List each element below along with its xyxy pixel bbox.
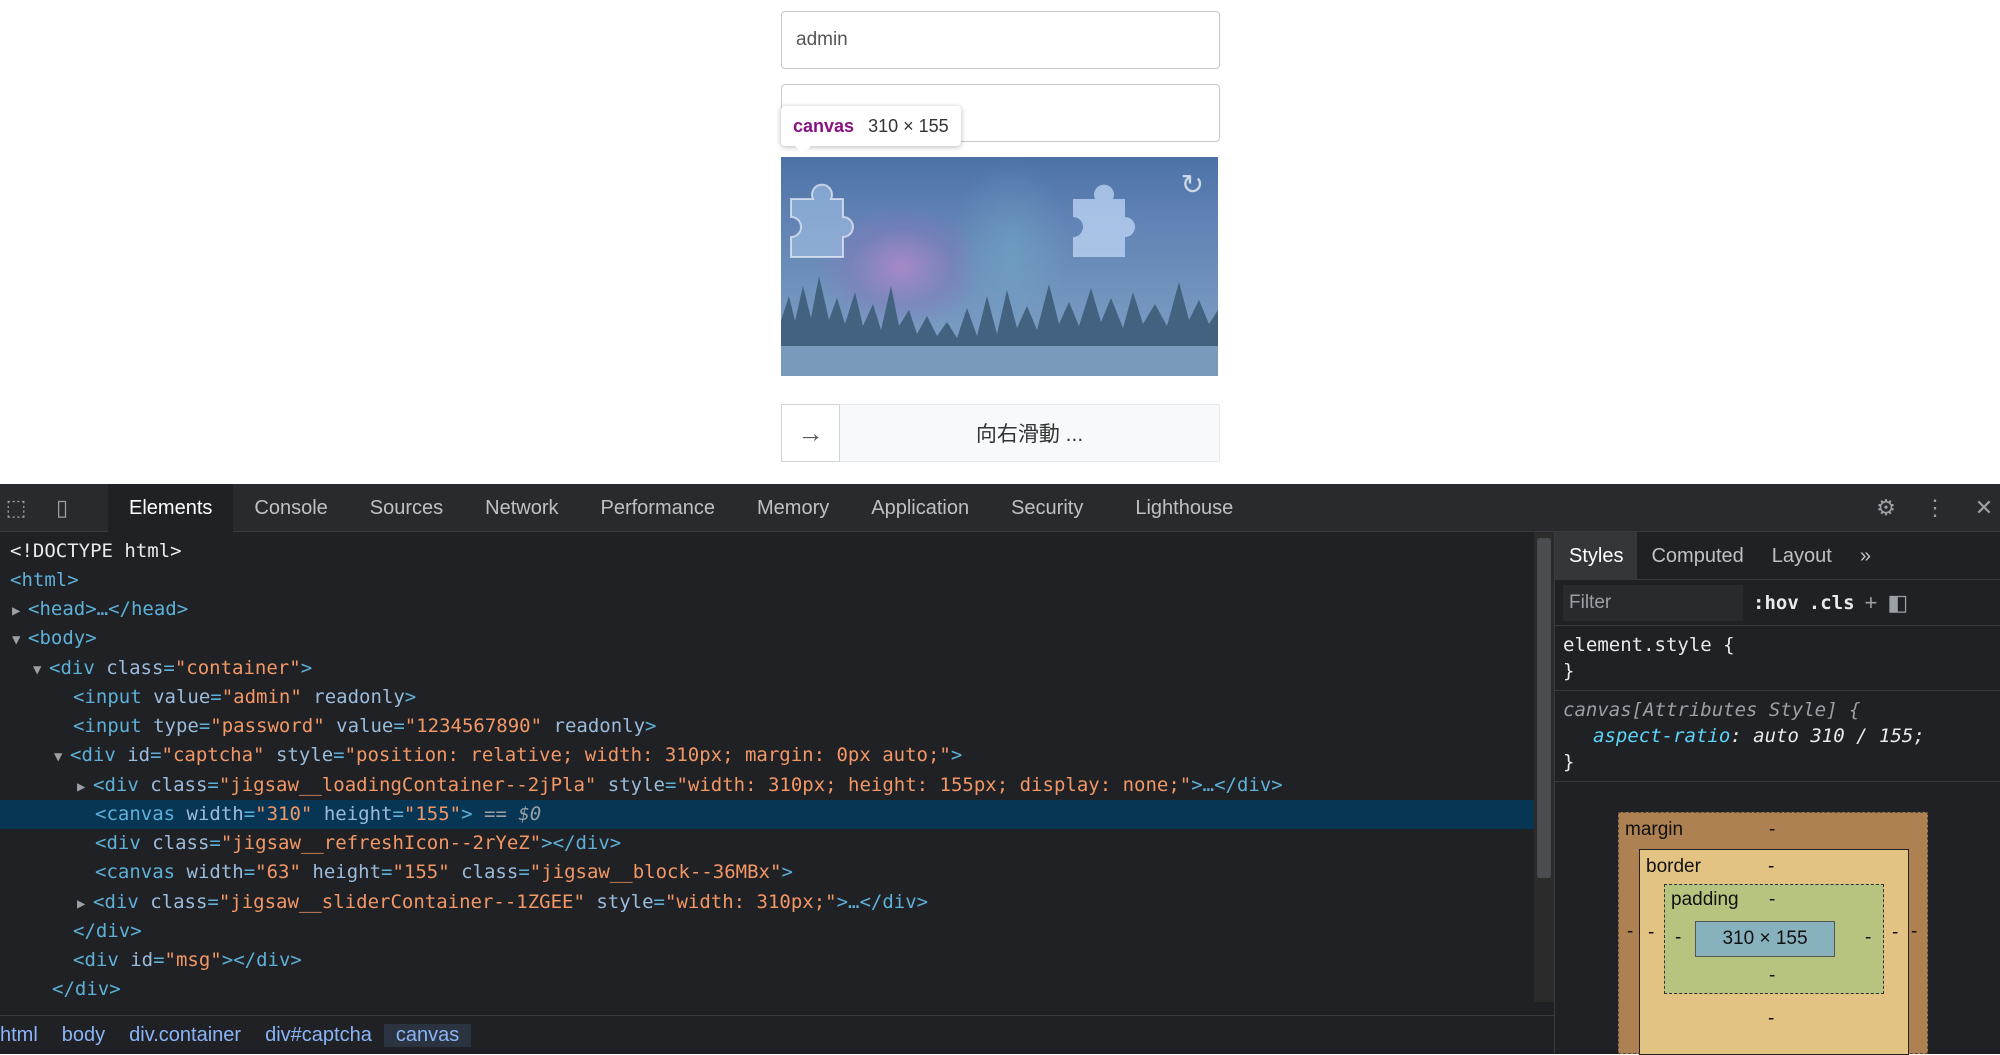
box-model-diagram: margin - - - border - - - - padding - - …	[1618, 812, 1928, 1055]
dom-line[interactable]: ▶ <head>…</head>	[0, 595, 1534, 624]
add-rule-icon[interactable]: +	[1865, 590, 1878, 616]
tab-memory[interactable]: Memory	[736, 484, 850, 532]
breadcrumb-div-container[interactable]: div.container	[117, 1024, 253, 1047]
devtools-tabs: Elements Console Sources Network Perform…	[108, 484, 1254, 532]
inspect-element-icon[interactable]: ⬚	[2, 494, 30, 522]
class-toggle[interactable]: .cls	[1809, 592, 1855, 614]
dom-line[interactable]: ▼ <div class="container">	[0, 654, 1534, 683]
breadcrumb-canvas[interactable]: canvas	[383, 1023, 472, 1047]
padding-bottom-value: -	[1769, 965, 1776, 986]
styles-pane: Styles Computed Layout » Filter :hov .cl…	[1554, 532, 2000, 1055]
border-bottom-value: -	[1768, 1008, 1775, 1029]
dom-line[interactable]: <div id="msg"></div>	[0, 946, 1534, 975]
tab-application[interactable]: Application	[850, 484, 990, 532]
padding-top-value: -	[1769, 889, 1776, 910]
breadcrumb-body[interactable]: body	[50, 1024, 117, 1047]
margin-right-value: -	[1911, 921, 1918, 942]
elements-tree: <!DOCTYPE html> <html> ▶ <head>…</head> ▼…	[0, 532, 1534, 1002]
margin-label: margin	[1625, 819, 1684, 840]
tooltip-tag: canvas	[793, 115, 855, 136]
tab-network[interactable]: Network	[464, 484, 579, 532]
styles-tabs: Styles Computed Layout »	[1555, 532, 2000, 580]
devtools-toolbar: ⬚ ▯ Elements Console Sources Network Per…	[0, 484, 2000, 532]
dom-line[interactable]: <canvas width="63" height="155" class="j…	[0, 858, 1534, 887]
slider-label: 向右滑動 ...	[975, 423, 1084, 446]
border-label: border	[1646, 856, 1701, 877]
collapse-triangle-icon[interactable]: ▼	[33, 656, 49, 685]
dom-line[interactable]: <input value="admin" readonly>	[0, 683, 1534, 712]
breadcrumb-html[interactable]: html	[0, 1024, 50, 1047]
box-model-padding: padding - - - - 310 × 155	[1664, 884, 1884, 994]
collapse-triangle-icon[interactable]: ▼	[12, 626, 28, 655]
username-value: admin	[796, 29, 848, 50]
gear-icon[interactable]: ⚙	[1872, 494, 1900, 522]
margin-left-value: -	[1627, 921, 1634, 942]
refresh-icon[interactable]: ↻	[1181, 171, 1204, 199]
element-style-rule[interactable]: element.style { }	[1555, 626, 2000, 691]
expand-triangle-icon[interactable]: ▶	[77, 773, 93, 802]
expand-triangle-icon[interactable]: ▶	[12, 597, 28, 626]
padding-label: padding	[1671, 889, 1739, 910]
puzzle-piece-icon[interactable]	[781, 177, 871, 267]
expand-triangle-icon[interactable]: ▶	[77, 890, 93, 919]
more-tabs-icon[interactable]: »	[1846, 532, 1885, 580]
page-viewport: admin canvas 310 × 155 ↻ → 向右滑動 ...	[0, 0, 2000, 484]
tab-sources[interactable]: Sources	[349, 484, 464, 532]
inspect-tooltip: canvas 310 × 155	[781, 106, 961, 154]
puzzle-slot-icon	[1073, 184, 1135, 257]
dom-line[interactable]: <!DOCTYPE html>	[0, 537, 1534, 566]
dom-line[interactable]: ▶ <div class="jigsaw__loadingContainer--2…	[0, 771, 1534, 800]
padding-left-value: -	[1675, 927, 1682, 948]
elements-scrollbar[interactable]	[1534, 532, 1554, 1002]
dom-line[interactable]: ▶ <div class="jigsaw__sliderContainer--1Z…	[0, 888, 1534, 917]
dom-line[interactable]: </div>	[0, 917, 1534, 946]
more-options-icon[interactable]: ⋮	[1921, 494, 1949, 522]
dom-line-selected[interactable]: <canvas width="310" height="155"> == $0	[0, 800, 1534, 829]
tab-security[interactable]: Security	[990, 484, 1104, 532]
margin-top-value: -	[1769, 819, 1776, 840]
dom-line[interactable]: <input type="password" value="1234567890…	[0, 712, 1534, 741]
tooltip-size: 310 × 155	[868, 115, 949, 136]
tab-console[interactable]: Console	[233, 484, 348, 532]
slider-handle[interactable]: →	[781, 404, 840, 462]
tab-lighthouse[interactable]: Lighthouse	[1114, 484, 1254, 532]
toggle-sidebar-icon[interactable]: ◧	[1887, 590, 1908, 616]
attributes-style-rule: canvas[Attributes Style] { aspect-ratio:…	[1555, 691, 2000, 782]
username-input[interactable]: admin	[781, 11, 1220, 69]
slider-track[interactable]: → 向右滑動 ...	[781, 404, 1220, 462]
tab-computed[interactable]: Computed	[1637, 532, 1757, 580]
border-right-value: -	[1892, 922, 1899, 943]
dom-line[interactable]: <html>	[0, 566, 1534, 595]
hover-state-toggle[interactable]: :hov	[1753, 592, 1799, 614]
padding-right-value: -	[1865, 927, 1872, 948]
breadcrumb-div-captcha[interactable]: div#captcha	[253, 1024, 384, 1047]
tab-styles[interactable]: Styles	[1555, 532, 1638, 580]
captcha-canvas: ↻	[781, 157, 1218, 376]
dom-line[interactable]: <div class="jigsaw__refreshIcon--2rYeZ">…	[0, 829, 1534, 858]
tab-layout[interactable]: Layout	[1758, 532, 1846, 580]
tab-elements[interactable]: Elements	[108, 484, 234, 532]
css-property: aspect-ratio	[1593, 725, 1731, 747]
css-value: auto 310 / 155;	[1753, 725, 1925, 747]
close-icon[interactable]: ✕	[1970, 494, 1998, 522]
dom-line[interactable]: ▼ <div id="captcha" style="position: rela…	[0, 741, 1534, 770]
breadcrumb: html body div.container div#captcha canv…	[0, 1015, 1554, 1054]
box-model-border: border - - - - padding - - - - 310 × 155	[1639, 849, 1909, 1055]
devtools-panel: ⬚ ▯ Elements Console Sources Network Per…	[0, 484, 2000, 1055]
arrow-right-icon: →	[797, 417, 824, 448]
dom-line[interactable]: </div>	[0, 975, 1534, 1002]
border-left-value: -	[1648, 922, 1655, 943]
styles-filter-input[interactable]: Filter	[1563, 584, 1743, 621]
scrollbar-thumb[interactable]	[1537, 538, 1551, 878]
tab-performance[interactable]: Performance	[580, 484, 737, 532]
box-model-content: 310 × 155	[1695, 921, 1835, 957]
device-toolbar-icon[interactable]: ▯	[48, 494, 76, 522]
border-top-value: -	[1768, 856, 1775, 877]
collapse-triangle-icon[interactable]: ▼	[54, 743, 70, 772]
styles-filter-row: Filter :hov .cls + ◧	[1555, 580, 2000, 626]
dom-line[interactable]: ▼ <body>	[0, 624, 1534, 653]
